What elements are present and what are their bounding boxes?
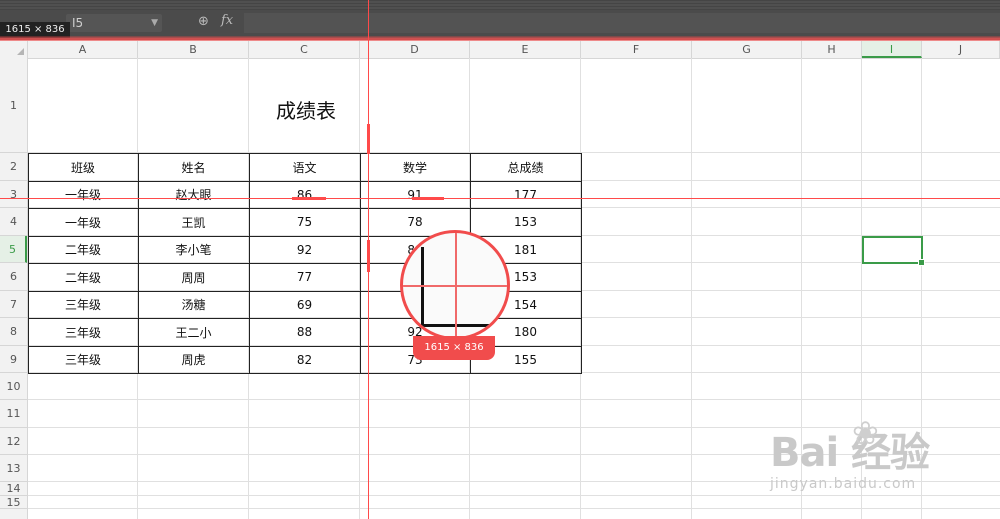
function-icon[interactable]: fx: [221, 13, 233, 28]
row-header-6[interactable]: 6: [0, 263, 27, 291]
column-header-e[interactable]: E: [470, 41, 581, 58]
table-cell[interactable]: 153: [470, 208, 581, 236]
guide-tick: [412, 197, 444, 200]
row-header-5[interactable]: 5: [0, 236, 27, 263]
column-header-d[interactable]: D: [360, 41, 470, 58]
row-header-1[interactable]: 1: [0, 58, 27, 153]
table-border-horizontal: [28, 208, 582, 209]
formula-input[interactable]: [244, 13, 1000, 33]
table-cell[interactable]: 69: [249, 291, 360, 318]
table-border-horizontal: [28, 236, 582, 237]
table-border-horizontal: [28, 346, 582, 347]
magnified-border: [421, 324, 507, 327]
table-cell[interactable]: 二年级: [28, 263, 138, 291]
column-header-c[interactable]: C: [249, 41, 360, 58]
row-header-10[interactable]: 10: [0, 373, 27, 400]
table-header-cell[interactable]: 语文: [249, 153, 360, 181]
row-header-3[interactable]: 3: [0, 181, 27, 208]
magnifier-loupe: [400, 230, 510, 340]
selected-cell[interactable]: [862, 236, 925, 266]
toolbar: I5 ▼ ⊕ fx 1615 × 836: [0, 0, 1000, 40]
table-cell[interactable]: 汤糖: [138, 291, 249, 318]
row-header-12[interactable]: 12: [0, 428, 27, 455]
table-border-horizontal: [28, 153, 582, 154]
measure-readout: 1615 × 836: [413, 336, 495, 360]
table-header-cell[interactable]: 班级: [28, 153, 138, 181]
gridline-horizontal: [28, 495, 1000, 496]
row-header-2[interactable]: 2: [0, 153, 27, 181]
row-header: 1 2 3 4 5 6 7 8 9 10 11 12 13 14 15: [0, 58, 28, 519]
guide-tick: [367, 240, 370, 272]
row-header-8[interactable]: 8: [0, 318, 27, 346]
table-cell[interactable]: 177: [470, 181, 581, 208]
row-header-9[interactable]: 9: [0, 346, 27, 373]
column-header-i[interactable]: I: [862, 41, 922, 58]
table-cell[interactable]: 三年级: [28, 318, 138, 346]
table-header-cell[interactable]: 数学: [360, 153, 470, 181]
name-box[interactable]: I5 ▼: [66, 14, 162, 32]
table-cell[interactable]: 二年级: [28, 236, 138, 263]
row-header-15[interactable]: 15: [0, 496, 27, 509]
toolbar-strip: [0, 0, 1000, 10]
baidu-watermark: Bai 经验 ❀ jingyan.baidu.com: [770, 414, 930, 492]
table-border-horizontal: [28, 373, 582, 374]
watermark-url: jingyan.baidu.com: [770, 476, 917, 492]
gridline-horizontal: [28, 399, 1000, 400]
horizontal-guide-line: [0, 198, 1000, 199]
guide-tick: [292, 197, 326, 200]
column-header-j[interactable]: J: [922, 41, 1000, 58]
table-cell[interactable]: 一年级: [28, 181, 138, 208]
column-header-a[interactable]: A: [28, 41, 138, 58]
crosshair-horizontal: [403, 285, 507, 287]
table-cell[interactable]: 王二小: [138, 318, 249, 346]
row-header-14[interactable]: 14: [0, 482, 27, 496]
column-header: ABCDEFGHIJ: [0, 41, 1000, 59]
chevron-down-icon[interactable]: ▼: [151, 14, 158, 32]
table-cell[interactable]: 91: [360, 181, 470, 208]
table-cell[interactable]: 75: [249, 208, 360, 236]
row-header-4[interactable]: 4: [0, 208, 27, 236]
watermark-logo: Bai 经验: [770, 430, 930, 476]
row-header-7[interactable]: 7: [0, 291, 27, 318]
table-cell[interactable]: 三年级: [28, 346, 138, 373]
magnify-icon[interactable]: ⊕: [198, 14, 209, 29]
table-cell[interactable]: 86: [249, 181, 360, 208]
table-cell[interactable]: 一年级: [28, 208, 138, 236]
table-cell[interactable]: 周虎: [138, 346, 249, 373]
paw-icon: ❀: [852, 414, 879, 452]
guide-tick: [367, 124, 370, 154]
table-header-cell[interactable]: 姓名: [138, 153, 249, 181]
column-header-f[interactable]: F: [581, 41, 692, 58]
table-cell[interactable]: 王凯: [138, 208, 249, 236]
table-cell[interactable]: 92: [249, 236, 360, 263]
gridline-horizontal: [28, 508, 1000, 509]
gridline-vertical: [691, 58, 692, 519]
column-header-g[interactable]: G: [692, 41, 802, 58]
magnified-border: [421, 247, 424, 327]
table-cell[interactable]: 82: [249, 346, 360, 373]
table-border-horizontal: [28, 181, 582, 182]
column-header-b[interactable]: B: [138, 41, 249, 58]
table-cell[interactable]: 88: [249, 318, 360, 346]
table-cell[interactable]: 李小笔: [138, 236, 249, 263]
table-header-cell[interactable]: 总成绩: [470, 153, 581, 181]
column-header-h[interactable]: H: [802, 41, 862, 58]
table-cell[interactable]: 三年级: [28, 291, 138, 318]
row-header-11[interactable]: 11: [0, 400, 27, 428]
row-header-13[interactable]: 13: [0, 455, 27, 482]
table-cell[interactable]: 赵大眼: [138, 181, 249, 208]
table-cell[interactable]: 77: [249, 263, 360, 291]
table-cell[interactable]: 周周: [138, 263, 249, 291]
select-all-corner[interactable]: [0, 41, 28, 58]
sheet-title[interactable]: 成绩表: [221, 95, 391, 124]
cell-reference: I5: [72, 16, 84, 30]
